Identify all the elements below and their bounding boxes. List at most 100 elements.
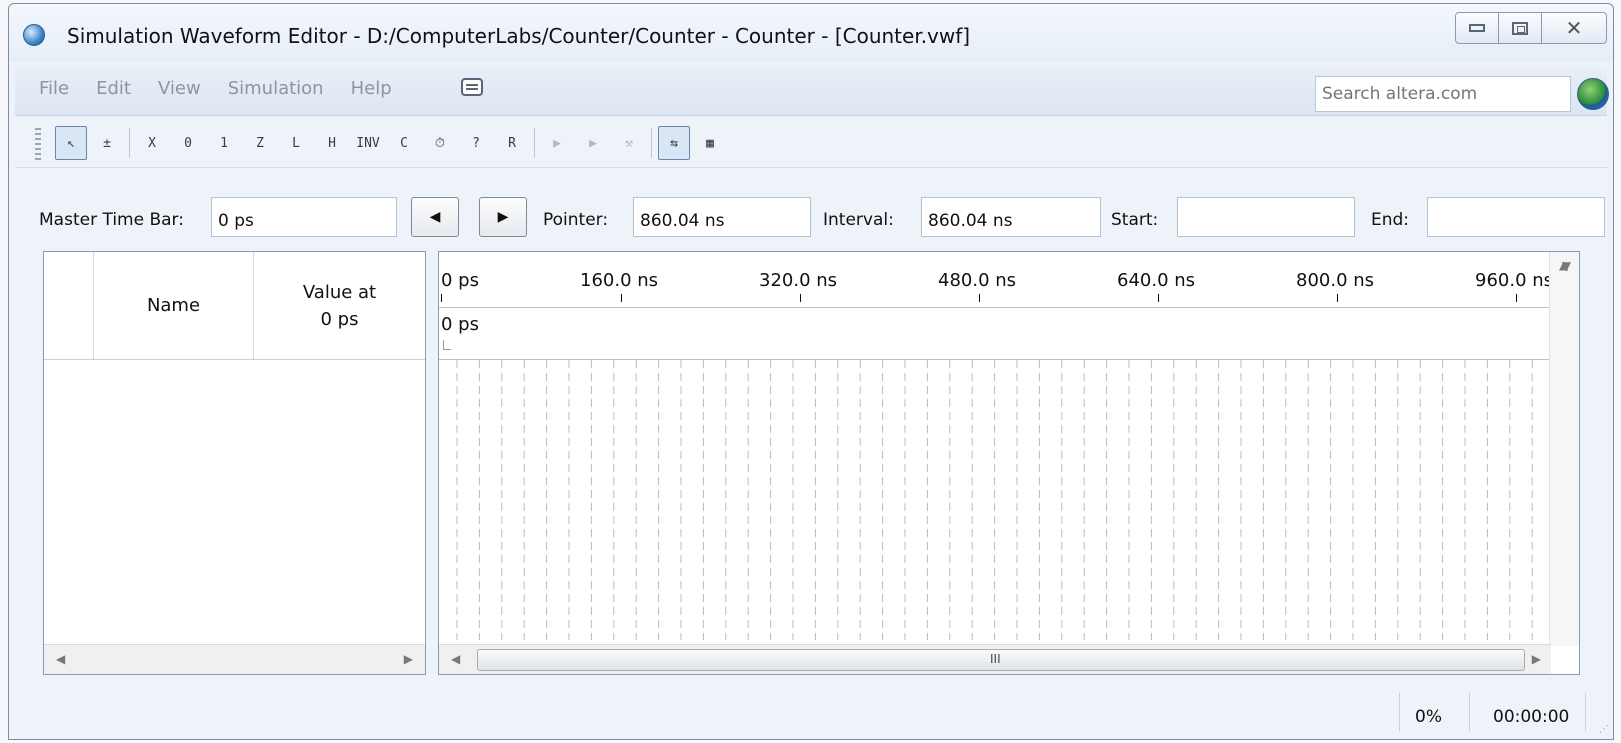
progress-status: 0% bbox=[1415, 707, 1442, 727]
window-title: Simulation Waveform Editor - D:/Computer… bbox=[67, 24, 971, 48]
selection-tool-icon[interactable]: ↖ bbox=[55, 126, 87, 160]
arrow-right-icon: ▶ bbox=[497, 209, 509, 225]
scroll-right-icon[interactable]: ▶ bbox=[1532, 652, 1541, 666]
time-bar-row[interactable]: 0 ps bbox=[439, 308, 1551, 360]
toolbar-separator bbox=[129, 128, 130, 158]
ruler-tick-label: 800.0 ns bbox=[1296, 270, 1375, 291]
elapsed-time-status: 00:00:00 bbox=[1493, 707, 1570, 727]
status-bar: 0% 00:00:00 ⋰ bbox=[9, 685, 1613, 739]
menu-bar: File Edit View Simulation Help bbox=[15, 68, 1609, 116]
scroll-left-icon[interactable]: ◀ bbox=[451, 652, 460, 666]
ruler-tick-mark bbox=[1337, 294, 1338, 302]
time-ruler[interactable]: 0 ps 160.0 ns 320.0 ns 480.0 ns 640.0 ns 800.… bbox=[439, 252, 1554, 308]
window-controls: ✕ bbox=[1455, 12, 1607, 44]
ruler-tick-label: 960.0 ns bbox=[1475, 270, 1554, 291]
menu-items: File Edit View Simulation Help bbox=[39, 78, 419, 99]
forcing-low-icon[interactable]: 0 bbox=[172, 126, 204, 160]
forcing-high-icon[interactable]: 1 bbox=[208, 126, 240, 160]
app-globe-icon bbox=[23, 24, 45, 46]
ruler-tick-mark bbox=[979, 294, 980, 302]
menu-edit[interactable]: Edit bbox=[96, 78, 131, 99]
waveform-editor-window: Simulation Waveform Editor - D:/Computer… bbox=[8, 3, 1614, 740]
scroll-down-icon[interactable]: ▼ bbox=[1562, 259, 1571, 666]
toolbar-separator bbox=[534, 128, 535, 158]
close-button[interactable]: ✕ bbox=[1541, 12, 1607, 44]
signal-list-hscrollbar[interactable]: ◀ ▶ bbox=[44, 644, 425, 674]
master-time-bar-marker-label: 0 ps bbox=[441, 314, 479, 335]
status-separator bbox=[1399, 693, 1400, 731]
hscroll-thumb-grip: III bbox=[990, 652, 1001, 666]
random-values-icon[interactable]: R bbox=[496, 126, 528, 160]
forcing-unknown-icon[interactable]: X bbox=[136, 126, 168, 160]
count-value-icon[interactable]: C bbox=[388, 126, 420, 160]
menu-simulation[interactable]: Simulation bbox=[228, 78, 324, 99]
search-altera-input[interactable] bbox=[1315, 76, 1571, 112]
minimize-button[interactable] bbox=[1455, 12, 1499, 44]
toolbar-tools: ↖ ± X 0 1 Z L H INV C ⏱? R ▶ ▶ ⚒ ⇆ ▦ bbox=[55, 126, 730, 160]
run-timing-simulation-icon[interactable]: ▶ bbox=[577, 126, 609, 160]
name-header-label: Name bbox=[146, 295, 201, 316]
status-separator bbox=[1469, 693, 1470, 731]
ruler-tick-label: 480.0 ns bbox=[938, 270, 1017, 291]
globe-icon[interactable] bbox=[1577, 78, 1609, 110]
master-time-bar-input[interactable] bbox=[211, 197, 397, 237]
ruler-tick-mark bbox=[1516, 294, 1517, 302]
weak-low-icon[interactable]: L bbox=[280, 126, 312, 160]
resize-grip-icon[interactable]: ⋰ bbox=[1599, 724, 1609, 735]
grid-settings-icon[interactable]: ▦ bbox=[694, 126, 726, 160]
hscroll-thumb[interactable]: III bbox=[477, 649, 1525, 671]
column-header-index[interactable] bbox=[44, 252, 94, 360]
menu-file[interactable]: File bbox=[39, 78, 69, 99]
ruler-tick-label: 160.0 ns bbox=[580, 270, 659, 291]
snap-to-grid-icon[interactable]: ⇆ bbox=[658, 126, 690, 160]
run-functional-simulation-icon[interactable]: ▶ bbox=[541, 126, 573, 160]
overwrite-clock-icon[interactable]: ⏱ bbox=[424, 126, 456, 160]
value-header-line1: Value at bbox=[302, 281, 377, 303]
high-impedance-icon[interactable]: Z bbox=[244, 126, 276, 160]
arrow-left-icon: ◀ bbox=[429, 209, 441, 225]
menu-view[interactable]: View bbox=[158, 78, 201, 99]
ruler-tick-mark bbox=[800, 294, 801, 302]
waveform-hscrollbar[interactable]: ◀ III ▶ bbox=[439, 644, 1551, 674]
scroll-right-icon[interactable]: ▶ bbox=[404, 652, 413, 666]
toolbar-separator bbox=[651, 128, 652, 158]
toolbar-grip[interactable] bbox=[35, 128, 41, 162]
maximize-button[interactable] bbox=[1498, 12, 1542, 44]
weak-high-icon[interactable]: H bbox=[316, 126, 348, 160]
master-time-bar-marker-icon[interactable] bbox=[443, 340, 451, 350]
minimize-icon bbox=[1469, 24, 1485, 32]
menu-help[interactable]: Help bbox=[351, 78, 392, 99]
invert-icon[interactable]: INV bbox=[352, 126, 384, 160]
maximize-icon bbox=[1512, 21, 1528, 35]
end-input[interactable] bbox=[1427, 197, 1605, 237]
column-header-value[interactable]: Value at 0 ps bbox=[254, 252, 425, 360]
pointer-input[interactable] bbox=[633, 197, 811, 237]
waveform-pane[interactable]: 0 ps 160.0 ns 320.0 ns 480.0 ns 640.0 ns 800.… bbox=[438, 251, 1580, 675]
ruler-tick-mark bbox=[441, 294, 442, 302]
feedback-icon[interactable] bbox=[461, 78, 483, 96]
ruler-tick-mark bbox=[621, 294, 622, 302]
status-separator bbox=[1585, 693, 1586, 731]
generate-netlist-icon[interactable]: ⚒ bbox=[613, 126, 645, 160]
ruler-tick-label: 0 ps bbox=[441, 270, 479, 291]
arbitrary-value-icon[interactable]: ? bbox=[460, 126, 492, 160]
zoom-tool-icon[interactable]: ± bbox=[91, 126, 123, 160]
ruler-tick-label: 640.0 ns bbox=[1117, 270, 1196, 291]
waveform-grid bbox=[456, 360, 1533, 640]
toolbar: ↖ ± X 0 1 Z L H INV C ⏱? R ▶ ▶ ⚒ ⇆ ▦ bbox=[15, 120, 1607, 168]
next-transition-button[interactable]: ▶ bbox=[479, 197, 527, 237]
value-header-line2: 0 ps bbox=[320, 308, 359, 330]
interval-input[interactable] bbox=[921, 197, 1101, 237]
signal-list-pane: Name Value at 0 ps ◀ ▶ bbox=[43, 251, 426, 675]
close-icon: ✕ bbox=[1565, 16, 1583, 40]
title-bar: Simulation Waveform Editor - D:/Computer… bbox=[9, 4, 1613, 62]
end-label: End: bbox=[1371, 210, 1410, 230]
ruler-tick-label: 320.0 ns bbox=[759, 270, 838, 291]
start-input[interactable] bbox=[1177, 197, 1355, 237]
column-header-name[interactable]: Name bbox=[94, 252, 254, 360]
ruler-tick-mark bbox=[1158, 294, 1159, 302]
start-label: Start: bbox=[1111, 210, 1159, 230]
master-time-bar-label: Master Time Bar: bbox=[39, 210, 184, 230]
scroll-left-icon[interactable]: ◀ bbox=[56, 652, 65, 666]
previous-transition-button[interactable]: ◀ bbox=[411, 197, 459, 237]
